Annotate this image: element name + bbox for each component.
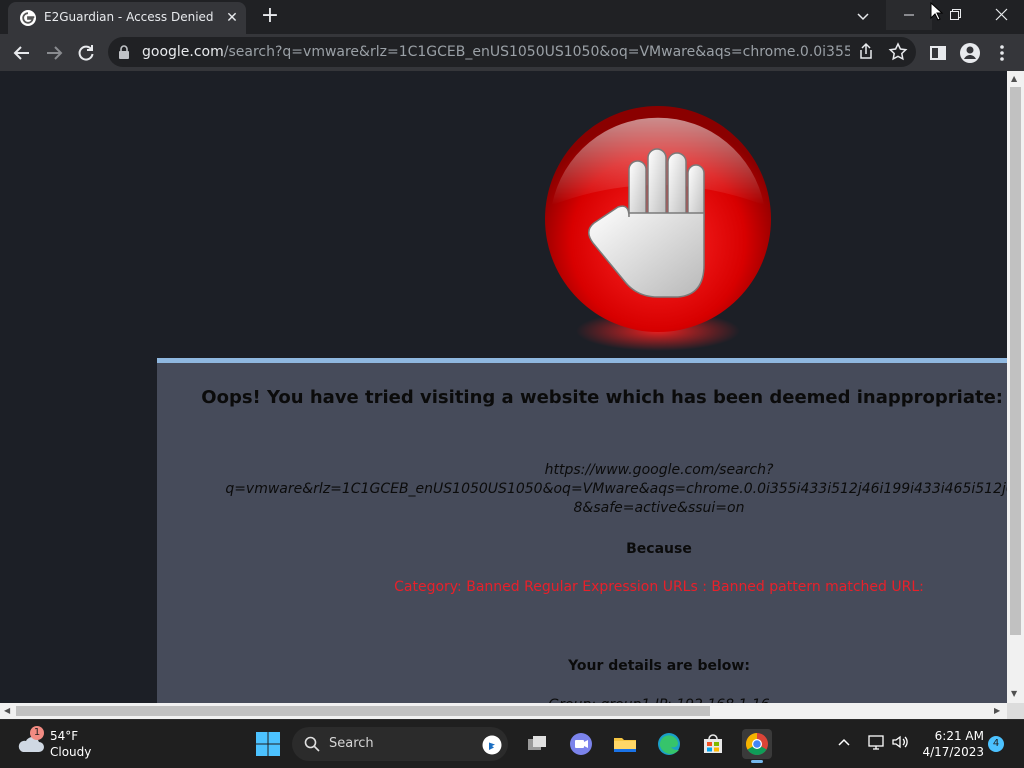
browser-tab-active[interactable]: E2Guardian - Access Denied ✕	[8, 2, 246, 34]
system-clock[interactable]: 6:21 AM 4/17/2023	[922, 728, 984, 760]
teams-chat-icon[interactable]	[566, 729, 596, 759]
active-app-indicator	[751, 760, 763, 763]
store-icon[interactable]	[698, 729, 728, 759]
weather-badge: 1	[30, 726, 44, 740]
tab-title: E2Guardian - Access Denied	[44, 10, 214, 24]
reload-icon[interactable]	[72, 39, 100, 67]
browser-toolbar: google.com/search?q=vmware&rlz=1C1GCEB_e…	[0, 34, 1024, 71]
scrollbar-corner	[1007, 703, 1024, 719]
vertical-scrollbar[interactable]: ▲ ▼	[1007, 71, 1024, 703]
clock-time: 6:21 AM	[934, 729, 984, 743]
google-favicon-icon	[20, 10, 36, 26]
vertical-scroll-thumb[interactable]	[1010, 87, 1021, 635]
close-icon	[995, 8, 1008, 21]
because-label: Because	[626, 541, 692, 557]
side-panel-icon[interactable]	[924, 39, 952, 67]
horizontal-scrollbar[interactable]: ◀ ▶	[0, 703, 1007, 719]
minimize-icon	[904, 14, 914, 16]
search-icon	[304, 736, 320, 752]
tab-close-icon[interactable]: ✕	[222, 8, 242, 28]
scroll-up-icon[interactable]: ▲	[1011, 74, 1017, 83]
blocked-url: https://www.google.com/search? q=vmware&…	[157, 461, 1024, 518]
menu-kebab-icon[interactable]	[988, 39, 1016, 67]
back-icon[interactable]	[8, 39, 36, 67]
page-title: Oops! You have tried visiting a website …	[201, 387, 1003, 408]
blocked-url-line-1: https://www.google.com/search?	[544, 462, 774, 478]
details-label: Your details are below:	[568, 658, 750, 674]
forward-icon[interactable]	[40, 39, 68, 67]
new-tab-button[interactable]: +	[257, 5, 283, 29]
taskbar: 1 54°F Cloudy Search 6:21 AM 4/17/2023 4	[0, 719, 1024, 768]
show-hidden-icons-chevron-icon[interactable]	[834, 732, 854, 752]
mouse-cursor-icon	[930, 2, 944, 21]
weather-widget[interactable]: 1 54°F Cloudy	[16, 726, 116, 762]
stop-hand-icon	[545, 106, 771, 351]
chrome-taskbar-icon[interactable]	[742, 729, 772, 763]
windows-start-icon[interactable]	[254, 730, 282, 758]
blocked-url-line-3: 8&safe=active&ssui=on	[573, 500, 745, 516]
tab-strip: E2Guardian - Access Denied ✕ +	[0, 0, 1024, 34]
share-icon[interactable]	[852, 38, 880, 66]
edge-icon[interactable]	[654, 729, 684, 759]
scroll-left-icon[interactable]: ◀	[4, 706, 10, 715]
lock-icon[interactable]	[118, 45, 130, 59]
search-label: Search	[329, 736, 374, 751]
url-text[interactable]: google.com/search?q=vmware&rlz=1C1GCEB_e…	[142, 44, 850, 60]
taskbar-search[interactable]: Search	[292, 727, 508, 761]
volume-icon[interactable]	[890, 732, 910, 752]
url-host: google.com	[142, 44, 224, 60]
access-denied-panel: Oops! You have tried visiting a website …	[157, 358, 1024, 719]
weather-condition: Cloudy	[50, 745, 92, 759]
url-path: /search?q=vmware&rlz=1C1GCEB_enUS1050US1…	[223, 44, 850, 60]
task-view-glyph-icon	[528, 736, 546, 750]
bookmark-star-icon[interactable]	[884, 38, 912, 66]
scroll-down-icon[interactable]: ▼	[1011, 689, 1017, 698]
address-bar[interactable]: google.com/search?q=vmware&rlz=1C1GCEB_e…	[108, 37, 916, 67]
scroll-right-icon[interactable]: ▶	[994, 706, 1000, 715]
edge-browser-icon	[658, 733, 680, 755]
profile-icon[interactable]	[956, 39, 984, 67]
folder-icon	[614, 738, 636, 752]
minimize-button[interactable]	[886, 0, 932, 30]
block-reason: Category: Banned Regular Expression URLs…	[394, 579, 924, 595]
network-icon[interactable]	[866, 732, 886, 752]
tab-search-chevron-icon[interactable]	[852, 6, 874, 26]
temperature: 54°F	[50, 729, 79, 743]
chrome-icon	[746, 733, 768, 755]
horizontal-scroll-thumb[interactable]	[16, 706, 710, 716]
close-window-button[interactable]	[978, 0, 1024, 30]
blocked-url-line-2: q=vmware&rlz=1C1GCEB_enUS1050US1050&oq=V…	[225, 481, 1024, 497]
task-view-icon[interactable]	[522, 729, 552, 759]
clock-date: 4/17/2023	[922, 745, 984, 759]
page-viewport: Oops! You have tried visiting a website …	[0, 71, 1024, 719]
video-chat-icon	[570, 733, 592, 755]
file-explorer-icon[interactable]	[610, 729, 640, 759]
notification-badge[interactable]: 4	[988, 736, 1004, 752]
bing-icon[interactable]	[482, 735, 502, 755]
microsoft-store-icon	[704, 734, 722, 753]
